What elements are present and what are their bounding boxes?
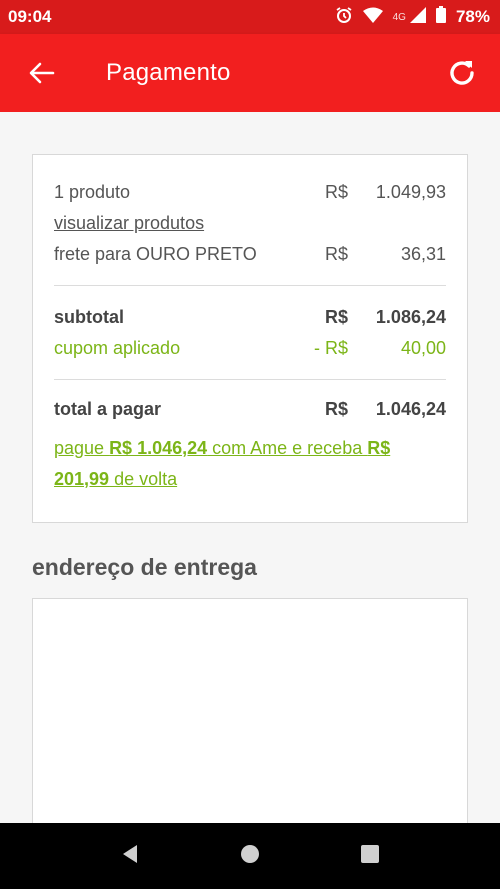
arrow-left-icon [29,62,55,84]
products-label: 1 produto [54,181,131,202]
products-row: 1 produto R$ 1.049,93 [54,178,446,206]
view-products-link[interactable]: visualizar produtos [54,213,204,234]
status-time: 09:04 [8,7,52,26]
system-nav-bar [0,823,500,889]
page-title: Pagamento [106,59,231,86]
delivery-address-card[interactable] [32,598,468,823]
subtotal-value: 1.086,24 [375,306,446,327]
alarm-icon [335,6,353,29]
circle-home-icon [241,844,259,863]
refresh-icon [450,61,474,85]
nav-home-button[interactable] [239,843,261,870]
triangle-back-icon [123,844,137,863]
ame-text-3: de volta [109,469,178,489]
divider [54,379,446,380]
wifi-icon [362,7,383,28]
battery-icon [435,6,446,28]
shipping-value: 36,31 [400,243,446,264]
square-recents-icon [361,844,379,863]
shipping-currency: R$ [324,243,348,264]
refresh-button[interactable] [444,55,480,91]
shipping-row: frete para OURO PRETO R$ 36,31 [54,240,446,268]
delivery-address-title: endereço de entrega [32,554,257,580]
products-value: 1.049,93 [375,181,446,202]
ame-pay-amount: R$ 1.046,24 [109,438,208,458]
coupon-currency: - R$ [313,337,348,358]
signal-icon [409,6,426,28]
nav-recents-button[interactable] [359,843,381,870]
app-bar: Pagamento [0,34,500,112]
order-summary-card: 1 produto R$ 1.049,93 visualizar produto… [32,154,468,523]
subtotal-label: subtotal [54,306,124,327]
nav-back-button[interactable] [119,843,141,870]
subtotal-row: subtotal R$ 1.086,24 [54,303,446,331]
back-button[interactable] [24,55,60,91]
ame-text-2: com Ame e receba [207,438,368,458]
shipping-label: frete para OURO PRETO [54,243,257,264]
status-bar: 09:04 4G 78% [0,0,500,34]
total-value: 1.046,24 [375,398,446,419]
network-type: 4G [392,11,406,23]
battery-level: 78% [455,7,490,26]
ame-cashback-link[interactable]: pague R$ 1.046,24 com Ame e receba R$ 20… [54,433,446,495]
total-currency: R$ [324,398,348,419]
subtotal-currency: R$ [324,306,348,327]
divider [54,285,446,286]
total-row: total a pagar R$ 1.046,24 [54,395,446,423]
coupon-value: 40,00 [400,337,446,358]
total-label: total a pagar [54,398,162,419]
status-icons: 4G 78% [335,6,490,29]
ame-text-1: pague [54,438,110,458]
coupon-label: cupom aplicado [54,337,181,358]
products-currency: R$ [324,181,348,202]
content-area[interactable]: 1 produto R$ 1.049,93 visualizar produto… [0,112,500,823]
coupon-row: cupom aplicado - R$ 40,00 [54,334,446,362]
